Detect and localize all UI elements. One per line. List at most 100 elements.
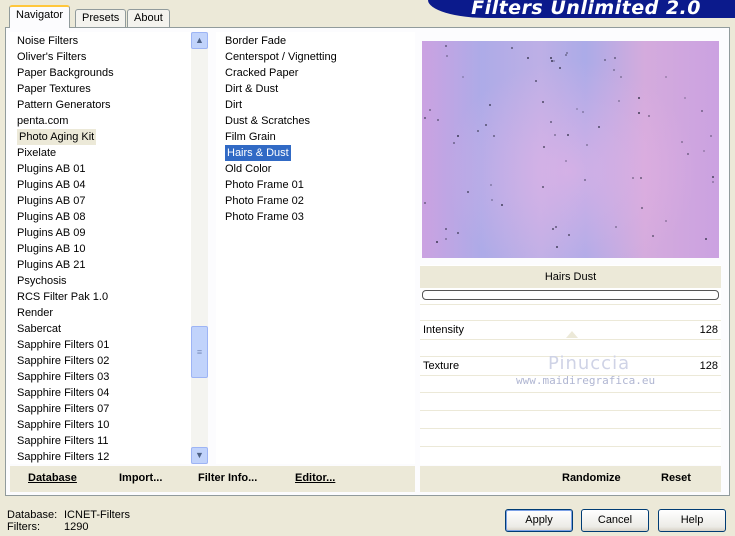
category-list[interactable]: Noise Filters Oliver's Filters Paper Backg… [10, 32, 191, 464]
list-item[interactable]: Photo Frame 03 [225, 209, 304, 225]
list-item[interactable]: Plugins AB 21 [17, 257, 86, 273]
editor-button[interactable]: Editor... [295, 472, 335, 484]
dust-speck [613, 69, 615, 71]
divider [420, 320, 721, 321]
list-item[interactable]: Render [17, 305, 53, 321]
list-item[interactable]: Photo Frame 02 [225, 193, 304, 209]
list-item[interactable]: Plugins AB 09 [17, 225, 86, 241]
dust-speck [462, 76, 464, 78]
list-item[interactable]: Plugins AB 01 [17, 161, 86, 177]
dust-speck [542, 101, 544, 103]
list-item[interactable]: Paper Textures [17, 81, 91, 97]
category-scrollbar[interactable]: ▲ ≡ ▼ [191, 32, 208, 464]
list-item[interactable]: Photo Aging Kit [17, 129, 97, 145]
list-item[interactable]: Paper Backgrounds [17, 65, 114, 81]
list-item[interactable]: Sapphire Filters 02 [17, 353, 109, 369]
list-item[interactable]: Sabercat [17, 321, 61, 337]
tab-presets[interactable]: Presets [75, 9, 127, 27]
list-item[interactable]: Cracked Paper [225, 65, 298, 81]
list-item[interactable]: Sapphire Filters 07 [17, 401, 109, 417]
import-button[interactable]: Import... [119, 472, 162, 484]
filters-count: 1290 [64, 521, 89, 533]
list-item[interactable]: Plugins AB 08 [17, 209, 86, 225]
dust-speck [424, 202, 426, 204]
list-item[interactable]: penta.com [17, 113, 68, 129]
title-banner: Filters Unlimited 2.0 [428, 0, 735, 18]
list-item[interactable]: Sapphire Filters 03 [17, 369, 109, 385]
list-item[interactable]: RCS Filter Pak 1.0 [17, 289, 108, 305]
filter-name-label: Hairs Dust [420, 266, 721, 288]
cancel-button[interactable]: Cancel [581, 509, 649, 532]
list-item[interactable]: Psychosis [17, 273, 67, 289]
list-item[interactable]: Noise Filters [17, 33, 78, 49]
dust-speck [511, 47, 513, 49]
scroll-down-button[interactable]: ▼ [191, 447, 208, 464]
list-item[interactable]: Sapphire Filters 12 [17, 449, 109, 464]
dust-speck [712, 176, 714, 178]
filters-label: Filters: [7, 521, 40, 533]
dust-speck [710, 135, 712, 137]
dust-speck [665, 76, 667, 78]
database-value: ICNET-Filters [64, 509, 130, 521]
dust-speck [445, 228, 447, 230]
list-item[interactable]: Hairs & Dust [225, 145, 291, 161]
dust-speck [445, 45, 447, 47]
database-button[interactable]: Database [28, 472, 77, 484]
list-item[interactable]: Plugins AB 07 [17, 193, 86, 209]
divider [420, 410, 721, 411]
dust-speck [648, 115, 650, 117]
tab-navigator[interactable]: Navigator [9, 5, 71, 28]
list-item[interactable]: Photo Frame 01 [225, 177, 304, 193]
divider [420, 428, 721, 429]
scroll-up-button[interactable]: ▲ [191, 32, 208, 49]
divider [420, 392, 721, 393]
list-item[interactable]: Sapphire Filters 04 [17, 385, 109, 401]
list-item[interactable]: Film Grain [225, 129, 276, 145]
list-item[interactable]: Sapphire Filters 10 [17, 417, 109, 433]
filter-info-button[interactable]: Filter Info... [198, 472, 257, 484]
list-item[interactable]: Dirt [225, 97, 242, 113]
list-item[interactable]: Sapphire Filters 11 [17, 433, 109, 449]
filter-list[interactable]: Border Fade Centerspot / Vignetting Cracke… [216, 32, 415, 464]
help-button[interactable]: Help [658, 509, 726, 532]
dust-speck [584, 179, 586, 181]
dust-speck [615, 226, 617, 228]
dust-speck [568, 234, 570, 236]
dust-speck [712, 181, 714, 183]
dust-speck [604, 59, 606, 61]
intensity-slider[interactable]: Intensity 128 [420, 322, 721, 338]
dust-speck [553, 60, 555, 62]
dust-speck [446, 55, 448, 57]
list-item[interactable]: Oliver's Filters [17, 49, 86, 65]
dust-speck [543, 146, 545, 148]
randomize-button[interactable]: Randomize [562, 472, 621, 484]
list-toolbar: Database Import... Filter Info... Editor… [10, 466, 415, 492]
list-item[interactable]: Sapphire Filters 01 [17, 337, 109, 353]
reset-button[interactable]: Reset [661, 472, 691, 484]
list-item[interactable]: Plugins AB 10 [17, 241, 86, 257]
list-item[interactable]: Dust & Scratches [225, 113, 310, 129]
intensity-label: Intensity [423, 324, 464, 336]
list-item[interactable]: Border Fade [225, 33, 286, 49]
dust-speck [535, 80, 537, 82]
dust-speck [554, 134, 556, 136]
dust-speck [485, 124, 487, 126]
list-item[interactable]: Pixelate [17, 145, 56, 161]
divider [420, 446, 721, 447]
dust-speck [457, 135, 459, 137]
tab-about[interactable]: About [127, 9, 170, 27]
list-item[interactable]: Old Color [225, 161, 271, 177]
dust-speck [429, 109, 431, 111]
list-item[interactable]: Pattern Generators [17, 97, 111, 113]
list-item[interactable]: Plugins AB 04 [17, 177, 86, 193]
dust-speck [453, 142, 455, 144]
scroll-thumb[interactable]: ≡ [191, 326, 208, 378]
progress-bar [422, 290, 719, 300]
list-item[interactable]: Dirt & Dust [225, 81, 278, 97]
dust-speck [467, 191, 469, 193]
dust-speck [665, 220, 667, 222]
apply-button[interactable]: Apply [505, 509, 573, 532]
list-item[interactable]: Centerspot / Vignetting [225, 49, 337, 65]
dust-speck [620, 76, 622, 78]
texture-label: Texture [423, 360, 460, 372]
